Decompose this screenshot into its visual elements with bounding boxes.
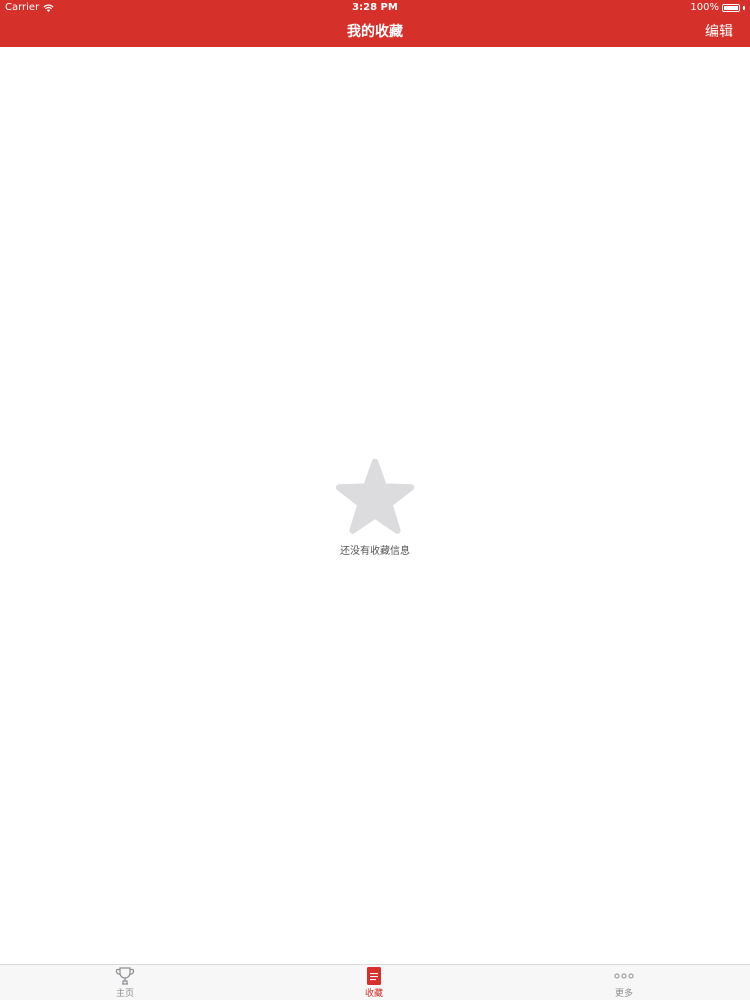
status-time: 3:28 PM	[352, 2, 398, 13]
star-icon	[335, 458, 415, 534]
more-dots-icon	[614, 973, 634, 979]
edit-button[interactable]: 编辑	[705, 21, 733, 41]
tab-more-label: 更多	[614, 989, 633, 999]
tab-bar: 主页 收藏 更多	[0, 964, 750, 1000]
navigation-bar: Carrier 3:28 PM 100% 我的收藏 编辑	[0, 0, 750, 47]
battery-status: 100%	[690, 2, 745, 13]
tab-home-label: 主页	[115, 989, 134, 999]
empty-state: 还没有收藏信息	[0, 458, 750, 557]
trophy-icon	[115, 967, 135, 985]
status-bar: Carrier 3:28 PM 100%	[0, 0, 750, 15]
tab-home[interactable]: 主页	[95, 967, 155, 999]
document-icon	[367, 967, 381, 985]
battery-icon	[722, 3, 740, 12]
tab-favorites[interactable]: 收藏	[344, 967, 404, 999]
tab-favorites-label: 收藏	[364, 989, 383, 999]
tab-more[interactable]: 更多	[594, 967, 654, 999]
battery-tip	[743, 5, 745, 10]
empty-message: 还没有收藏信息	[340, 546, 410, 557]
battery-percent: 100%	[690, 2, 719, 13]
page-title: 我的收藏	[347, 24, 403, 40]
